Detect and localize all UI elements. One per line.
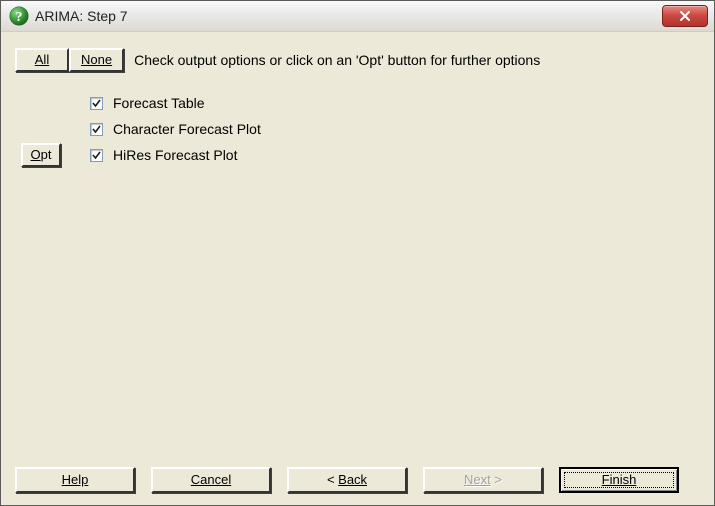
option-row: Forecast Table	[15, 90, 700, 116]
checkbox[interactable]	[90, 97, 103, 110]
svg-text:?: ?	[16, 10, 23, 25]
check-icon	[91, 124, 102, 135]
next-button: Next >	[423, 467, 543, 493]
option-label: Forecast Table	[109, 95, 205, 111]
dialog-window: ? ARIMA: Step 7 All None Check output op…	[0, 0, 715, 506]
footer-buttons: Help Cancel < Back Next > Finish	[15, 459, 700, 493]
close-button[interactable]	[662, 5, 708, 27]
help-button[interactable]: Help	[15, 467, 135, 493]
instruction-text: Check output options or click on an 'Opt…	[134, 52, 540, 68]
checkbox-slot	[83, 149, 109, 162]
all-button[interactable]: All	[15, 48, 69, 72]
cancel-button[interactable]: Cancel	[151, 467, 271, 493]
checkbox-slot	[83, 123, 109, 136]
titlebar: ? ARIMA: Step 7	[1, 1, 714, 32]
option-label: HiRes Forecast Plot	[109, 147, 237, 163]
finish-button[interactable]: Finish	[559, 467, 679, 493]
option-row: Character Forecast Plot	[15, 116, 700, 142]
dialog-title: ARIMA: Step 7	[35, 8, 662, 24]
option-label: Character Forecast Plot	[109, 121, 261, 137]
close-icon	[679, 11, 691, 21]
client-area: All None Check output options or click o…	[1, 32, 714, 505]
checkbox-slot	[83, 97, 109, 110]
check-icon	[91, 150, 102, 161]
options-list: Forecast Table Character Forecast Plot Opt…	[15, 90, 700, 168]
back-button[interactable]: < Back	[287, 467, 407, 493]
checkbox[interactable]	[90, 149, 103, 162]
option-row: Opt HiRes Forecast Plot	[15, 142, 700, 168]
opt-button-slot: Opt	[15, 143, 83, 167]
toolbar-row: All None Check output options or click o…	[15, 48, 700, 72]
none-button[interactable]: None	[69, 48, 124, 72]
check-icon	[91, 98, 102, 109]
opt-button[interactable]: Opt	[21, 143, 61, 167]
help-icon: ?	[9, 6, 29, 26]
checkbox[interactable]	[90, 123, 103, 136]
